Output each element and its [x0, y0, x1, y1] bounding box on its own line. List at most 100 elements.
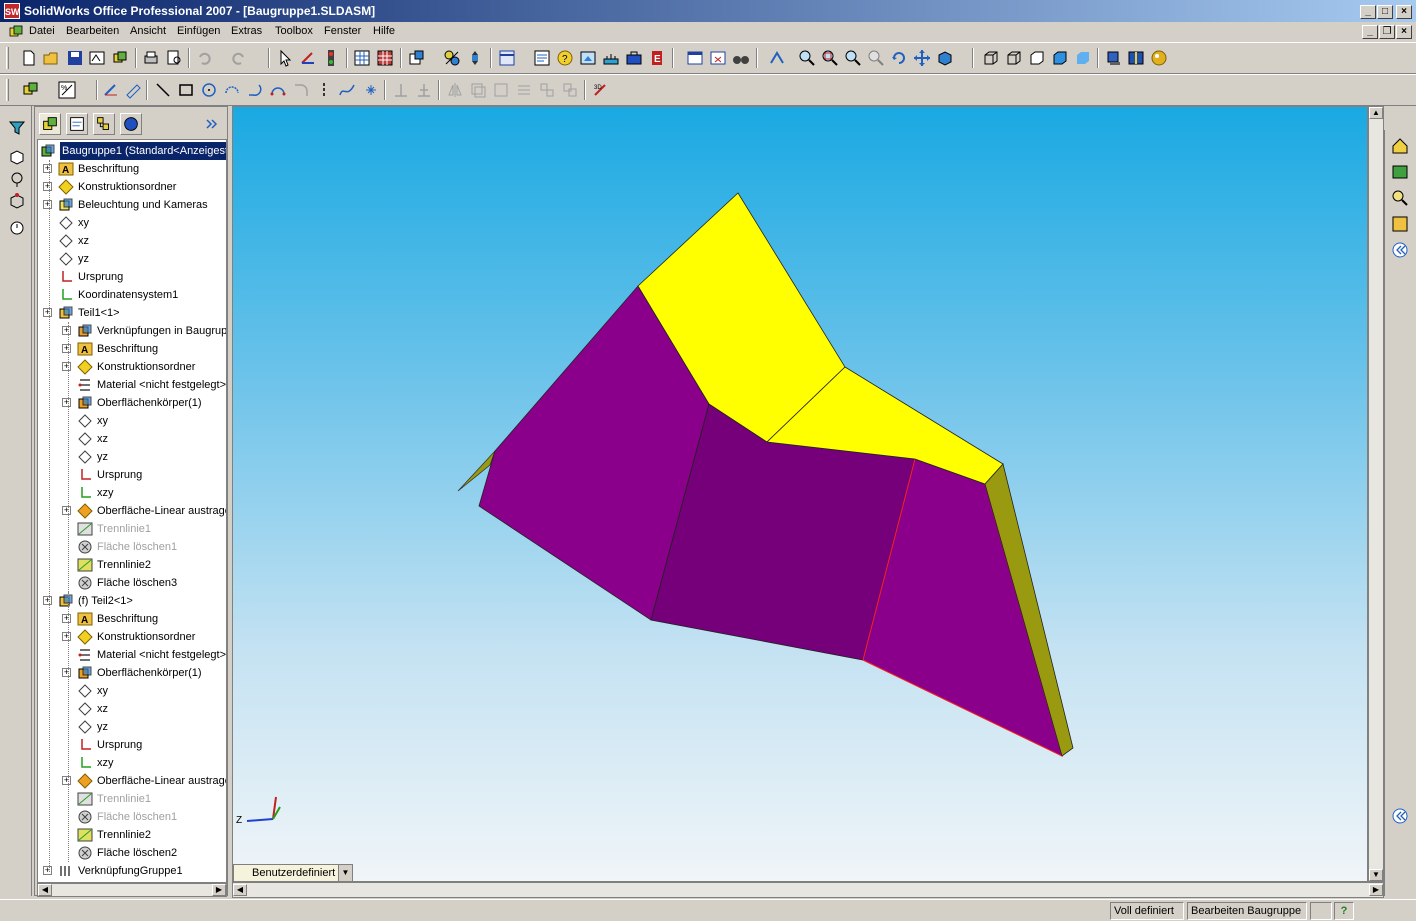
scroll-left-arrow-icon[interactable]: ◀ — [38, 884, 52, 896]
select-vertices-icon[interactable] — [8, 192, 26, 210]
expand-toggle-icon[interactable]: + — [62, 398, 71, 407]
dimension-icon[interactable] — [124, 81, 142, 99]
line-tool-icon[interactable] — [154, 81, 172, 99]
toolbox-icon[interactable] — [625, 49, 643, 67]
expand-toggle-icon[interactable]: + — [43, 308, 52, 317]
sketch-fillet-icon[interactable] — [292, 81, 310, 99]
offset-entities-icon[interactable] — [469, 81, 487, 99]
measure-icon[interactable] — [602, 49, 620, 67]
tree-item[interactable]: Fläche löschen2 — [38, 844, 226, 862]
print-preview-icon[interactable] — [165, 49, 183, 67]
tree-item[interactable]: + Oberfläche-Linear austragen1 — [38, 502, 226, 520]
pan-icon[interactable] — [913, 49, 931, 67]
tree-item[interactable]: + A Beschriftung — [38, 340, 226, 358]
minimize-button[interactable]: _ — [1360, 5, 1376, 19]
menu-einfuegen[interactable]: Einfügen — [177, 25, 220, 37]
properties-icon[interactable] — [533, 49, 551, 67]
tree-item[interactable]: Koordinatensystem1 — [38, 286, 226, 304]
tree-item[interactable]: Trennlinie2 — [38, 556, 226, 574]
tree-item[interactable]: Ursprung — [38, 268, 226, 286]
select-edges-icon[interactable] — [8, 170, 26, 188]
mate-icon[interactable] — [443, 49, 461, 67]
shaded-with-edges-icon[interactable] — [1051, 49, 1069, 67]
print-icon[interactable] — [142, 49, 160, 67]
chevron-down-icon[interactable]: ▼ — [338, 865, 352, 881]
realview-sphere-icon[interactable] — [1150, 49, 1168, 67]
edrawings-icon[interactable]: E — [648, 49, 666, 67]
tree-item[interactable]: xz — [38, 430, 226, 448]
collapse-left-chevron-icon[interactable] — [1390, 240, 1410, 260]
toolbar-grip[interactable] — [6, 79, 9, 101]
expand-toggle-icon[interactable]: + — [62, 776, 71, 785]
tree-item[interactable]: + Konstruktionsordner — [38, 178, 226, 196]
tree-item[interactable]: Fläche löschen1 — [38, 538, 226, 556]
tree-item[interactable]: xy — [38, 214, 226, 232]
expand-toggle-icon[interactable]: + — [62, 362, 71, 371]
featuremanager-tab-icon[interactable] — [39, 113, 61, 135]
tree-item[interactable]: yz — [38, 250, 226, 268]
point-icon[interactable] — [362, 81, 380, 99]
extend-entities-icon[interactable] — [415, 81, 433, 99]
tree-item[interactable]: + Beleuchtung und Kameras — [38, 196, 226, 214]
expand-toggle-icon[interactable]: + — [62, 668, 71, 677]
toolbar-grip[interactable] — [6, 47, 9, 69]
expand-toggle-icon[interactable]: + — [43, 596, 52, 605]
viewport-horizontal-scrollbar[interactable]: ◀ ▶ — [232, 882, 1384, 898]
tree-item[interactable]: + Konstruktionsordner — [38, 628, 226, 646]
tree-item[interactable]: Trennlinie1 — [38, 790, 226, 808]
doc-close-button[interactable]: × — [1396, 25, 1412, 39]
tree-item[interactable]: + Oberfläche-Linear austragen1 — [38, 772, 226, 790]
close-button[interactable]: × — [1396, 5, 1412, 19]
tree-item[interactable]: + Oberflächenkörper(1) — [38, 394, 226, 412]
centerpoint-arc-icon[interactable] — [223, 81, 241, 99]
hidden-lines-visible-icon[interactable] — [1005, 49, 1023, 67]
view-orientation-icon[interactable] — [498, 49, 516, 67]
menu-extras[interactable]: Extras — [231, 25, 262, 37]
shadows-icon[interactable] — [1104, 49, 1122, 67]
tree-item[interactable]: Material <nicht festgelegt> — [38, 646, 226, 664]
sketch-pencil-icon[interactable] — [102, 81, 120, 99]
menu-ansicht[interactable]: Ansicht — [130, 25, 166, 37]
expand-toggle-icon[interactable]: + — [62, 506, 71, 515]
tree-item[interactable]: Material <nicht festgelegt> — [38, 376, 226, 394]
expand-toggle-icon[interactable]: + — [62, 614, 71, 623]
tree-item[interactable]: + Teil1<1> — [38, 304, 226, 322]
assembly-features-icon[interactable] — [22, 81, 40, 99]
expand-tabs-chevron-icon[interactable] — [201, 113, 223, 135]
graphics-viewport[interactable]: Z — [232, 106, 1368, 882]
scroll-left-arrow-icon[interactable]: ◀ — [233, 884, 247, 896]
tree-item[interactable]: xzy — [38, 484, 226, 502]
tree-item[interactable]: xy — [38, 412, 226, 430]
expand-toggle-icon[interactable]: + — [43, 164, 52, 173]
tangent-arc-icon[interactable] — [246, 81, 264, 99]
trim-entities-icon[interactable] — [392, 81, 410, 99]
tree-item[interactable]: + A Beschriftung — [38, 610, 226, 628]
previous-view-icon[interactable] — [768, 49, 786, 67]
zoom-to-selection-icon[interactable] — [867, 49, 885, 67]
expand-toggle-icon[interactable]: + — [43, 200, 52, 209]
scroll-down-arrow-icon[interactable]: ▼ — [1369, 869, 1383, 881]
expand-taskpane-chevron-icon[interactable] — [1390, 806, 1410, 826]
mirror-entities-icon[interactable] — [446, 81, 464, 99]
zoom-area-icon[interactable] — [821, 49, 839, 67]
expand-toggle-icon[interactable]: + — [62, 326, 71, 335]
open-folder-icon[interactable] — [42, 49, 60, 67]
rebuild-traffic-light-icon[interactable] — [322, 49, 340, 67]
3d-model-view[interactable]: Z — [233, 107, 1368, 882]
doc-minimize-button[interactable]: _ — [1362, 25, 1378, 39]
shaded-icon[interactable] — [1074, 49, 1092, 67]
menu-toolbox[interactable]: Toolbox — [275, 25, 313, 37]
tree-item[interactable]: Ursprung — [38, 736, 226, 754]
tree-item[interactable]: xzy — [38, 754, 226, 772]
doc-restore-button[interactable]: ❐ — [1379, 25, 1395, 39]
selection-filter-icon[interactable] — [8, 118, 26, 136]
help-icon[interactable]: ? — [1334, 902, 1354, 920]
sketch-icon[interactable] — [299, 49, 317, 67]
viewport-vertical-scrollbar[interactable]: ▲ ▼ — [1368, 106, 1384, 882]
help-balloon-icon[interactable]: ? — [556, 49, 574, 67]
expand-toggle-icon[interactable]: + — [62, 632, 71, 641]
new-document-icon[interactable] — [20, 49, 38, 67]
tree-item[interactable]: xz — [38, 232, 226, 250]
find-binoculars-icon[interactable] — [732, 49, 750, 67]
assembly-document-icon[interactable] — [8, 24, 24, 40]
